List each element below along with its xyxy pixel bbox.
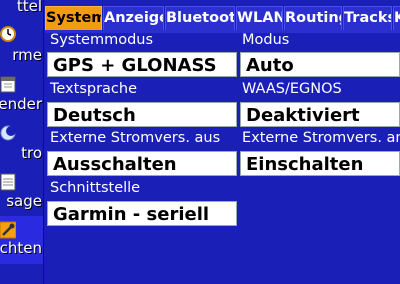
tab-tracks[interactable]: Tracks xyxy=(343,6,392,31)
sidebar-item-alarme[interactable]: rme xyxy=(0,22,44,70)
waas-egnos-field[interactable]: Deaktiviert xyxy=(240,102,400,127)
sidebar-item-label: ender xyxy=(0,95,42,113)
sidebar-item-label: chten xyxy=(0,239,42,257)
systemmodus-field[interactable]: GPS + GLONASS xyxy=(47,52,237,77)
sidebar-item-kalender[interactable]: ender xyxy=(0,72,44,120)
clock-icon xyxy=(0,26,16,42)
tab-karte[interactable]: Ka xyxy=(393,6,400,31)
tab-system[interactable]: System xyxy=(45,6,102,31)
externe-stromvers-an-field[interactable]: Einschalten xyxy=(240,151,400,176)
externe-stromvers-aus-field[interactable]: Ausschalten xyxy=(47,151,237,176)
sidebar: ttel rme ender tro sage chten xyxy=(0,0,44,284)
modus-field[interactable]: Auto xyxy=(240,52,400,77)
sidebar-item-ttel[interactable]: ttel xyxy=(0,0,44,18)
tab-wlan[interactable]: WLAN xyxy=(236,6,283,31)
sidebar-item-astro[interactable]: tro xyxy=(0,121,44,169)
sidebar-item-label: rme xyxy=(12,46,42,64)
externe-stromvers-aus-label: Externe Stromvers. aus xyxy=(50,130,221,146)
modus-label: Modus xyxy=(242,32,290,48)
sidebar-item-label: tro xyxy=(21,144,42,162)
waas-egnos-label: WAAS/EGNOS xyxy=(242,81,342,97)
textsprache-field[interactable]: Deutsch xyxy=(47,102,237,127)
sidebar-divider xyxy=(43,0,44,284)
calendar-icon xyxy=(0,76,16,93)
sidebar-item-label: sage xyxy=(6,192,42,210)
message-icon xyxy=(0,173,16,191)
sidebar-item-message[interactable]: sage xyxy=(0,170,44,218)
tab-routing[interactable]: Routing xyxy=(284,6,342,31)
schnittstelle-field[interactable]: Garmin - seriell xyxy=(47,201,237,226)
externe-stromvers-an-label: Externe Stromvers. an xyxy=(242,130,400,146)
tab-anzeige[interactable]: Anzeige xyxy=(103,6,164,31)
textsprache-label: Textsprache xyxy=(50,81,138,97)
schnittstelle-label: Schnittstelle xyxy=(50,180,141,196)
moon-sun-icon xyxy=(0,125,16,141)
wrench-icon xyxy=(0,221,16,239)
systemmodus-label: Systemmodus xyxy=(50,32,154,48)
tab-bluetooth[interactable]: Bluetooth xyxy=(165,6,235,31)
sidebar-item-label: ttel xyxy=(16,0,42,15)
sidebar-item-einrichten[interactable]: chten xyxy=(0,218,44,266)
